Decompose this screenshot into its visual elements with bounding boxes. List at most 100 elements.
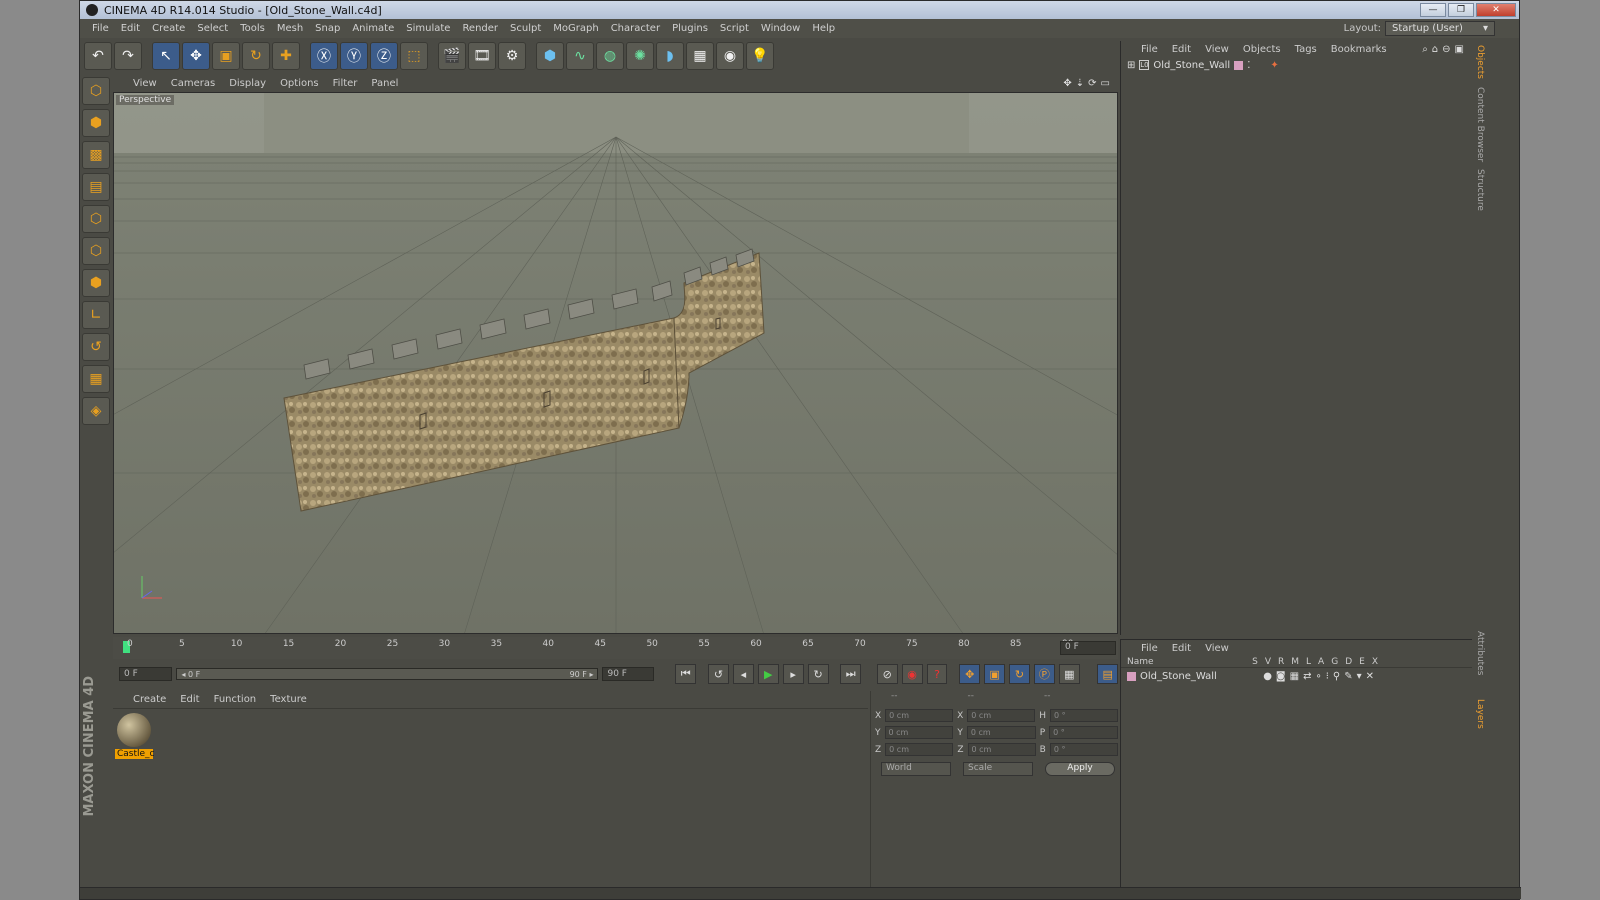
axis-mode-icon[interactable]: ∟	[82, 301, 110, 329]
orbit-icon[interactable]: ⟳	[1088, 78, 1096, 89]
menu-help[interactable]: Help	[806, 23, 841, 34]
workplane-mode-icon[interactable]: ▤	[82, 173, 110, 201]
spline-icon[interactable]: ∿	[566, 42, 594, 70]
maximize-icon[interactable]: ▭	[1101, 78, 1110, 89]
texture-tag-icon[interactable]: ✦	[1270, 60, 1278, 71]
rotation-p-field[interactable]: 0 °	[1049, 726, 1119, 739]
tweak-mode-icon[interactable]: ↺	[82, 333, 110, 361]
world-dropdown[interactable]: World	[881, 762, 951, 776]
restore-button[interactable]: ❐	[1448, 3, 1474, 17]
size-y-field[interactable]: 0 cm	[966, 726, 1036, 739]
position-x-field[interactable]: 0 cm	[885, 709, 954, 722]
layout-select[interactable]: Startup (User) ▾	[1385, 21, 1495, 36]
perspective-viewport[interactable]: Perspective	[113, 92, 1118, 634]
new-manager-icon[interactable]: ▣	[1455, 44, 1464, 55]
menu-sculpt[interactable]: Sculpt	[504, 23, 547, 34]
cube-icon[interactable]: ⬢	[536, 42, 564, 70]
vp-menu-cameras[interactable]: Cameras	[171, 78, 215, 89]
y-axis-icon[interactable]: Ⓨ	[340, 42, 368, 70]
pan-icon[interactable]: ✥	[1063, 78, 1071, 89]
layer-color-swatch[interactable]	[1127, 671, 1136, 681]
menu-animate[interactable]: Animate	[346, 23, 400, 34]
timeline-icon[interactable]: ▤	[1097, 664, 1119, 684]
add-icon[interactable]: ✚	[272, 42, 300, 70]
edges-mode-icon[interactable]: ⬡	[82, 237, 110, 265]
nurbs-icon[interactable]: ◍	[596, 42, 624, 70]
model-mode-icon[interactable]: ⬢	[82, 109, 110, 137]
visibility-dots-icon[interactable]: ⁚	[1247, 60, 1250, 71]
frame-range-slider[interactable]: ◂ 0 F 90 F ▸	[176, 668, 599, 680]
search-icon[interactable]: ⌕	[1422, 44, 1428, 55]
layer-menu-file[interactable]: File	[1141, 643, 1158, 654]
vp-menu-view[interactable]: View	[133, 78, 157, 89]
mat-menu-texture[interactable]: Texture	[270, 694, 307, 705]
size-z-field[interactable]: 0 cm	[967, 743, 1036, 756]
size-x-field[interactable]: 0 cm	[967, 709, 1036, 722]
position-y-field[interactable]: 0 cm	[884, 726, 954, 739]
layer-color-tag[interactable]	[1234, 60, 1244, 70]
minimize-button[interactable]: —	[1420, 3, 1446, 17]
snap-icon[interactable]: ▦	[82, 365, 110, 393]
make-editable-icon[interactable]: ⬡	[82, 77, 110, 105]
polygons-mode-icon[interactable]: ⬢	[82, 269, 110, 297]
camera-icon[interactable]: ◉	[716, 42, 744, 70]
key-parameter-icon[interactable]: Ⓟ	[1033, 664, 1055, 684]
layer-row[interactable]: Old_Stone_Wall ●◙▦⇄∘⁝⚲✎▾✕	[1121, 668, 1472, 684]
next-key-icon[interactable]: ↻	[807, 664, 829, 684]
start-frame-field[interactable]: 0 F	[119, 667, 173, 681]
mat-menu-create[interactable]: Create	[133, 694, 166, 705]
menu-select[interactable]: Select	[191, 23, 234, 34]
obj-menu-objects[interactable]: Objects	[1243, 44, 1281, 55]
position-z-field[interactable]: 0 cm	[885, 743, 954, 756]
home-icon[interactable]: ⌂	[1432, 44, 1438, 55]
tab-content-browser[interactable]: Content Browser	[1475, 87, 1485, 162]
previous-key-icon[interactable]: ↺	[707, 664, 729, 684]
rotate-icon[interactable]: ↻	[242, 42, 270, 70]
menu-mesh[interactable]: Mesh	[271, 23, 309, 34]
key-scale-icon[interactable]: ▣	[984, 664, 1006, 684]
obj-menu-file[interactable]: File	[1141, 44, 1158, 55]
tab-layers[interactable]: Layers	[1475, 699, 1485, 729]
next-frame-icon[interactable]: ▸	[782, 664, 804, 684]
key-pla-icon[interactable]: ▦	[1058, 664, 1080, 684]
end-frame-field[interactable]: 90 F	[602, 667, 655, 681]
menu-mograph[interactable]: MoGraph	[547, 23, 604, 34]
menu-create[interactable]: Create	[146, 23, 191, 34]
menu-edit[interactable]: Edit	[115, 23, 146, 34]
menu-script[interactable]: Script	[714, 23, 755, 34]
render-picture-viewer-icon[interactable]: 🎞	[468, 42, 496, 70]
vp-menu-display[interactable]: Display	[229, 78, 266, 89]
vp-menu-panel[interactable]: Panel	[371, 78, 398, 89]
timeline[interactable]: 051015202530354045505560657075808590 0 F	[113, 637, 1118, 659]
menu-window[interactable]: Window	[755, 23, 806, 34]
expand-icon[interactable]: ⊞	[1127, 60, 1135, 71]
z-axis-icon[interactable]: Ⓩ	[370, 42, 398, 70]
layer-toggle-icons[interactable]: ●◙▦⇄∘⁝⚲✎▾✕	[1263, 671, 1378, 682]
dolly-icon[interactable]: ⇣	[1076, 78, 1084, 89]
x-axis-icon[interactable]: Ⓧ	[310, 42, 338, 70]
go-to-start-icon[interactable]: ⏮	[675, 664, 697, 684]
menu-tools[interactable]: Tools	[234, 23, 271, 34]
vp-menu-options[interactable]: Options	[280, 78, 319, 89]
close-button[interactable]: ✕	[1476, 3, 1516, 17]
menu-plugins[interactable]: Plugins	[666, 23, 714, 34]
mat-menu-function[interactable]: Function	[214, 694, 257, 705]
link-icon[interactable]: ⊖	[1442, 44, 1450, 55]
scale-dropdown[interactable]: Scale	[963, 762, 1033, 776]
record-icon[interactable]: ◉	[901, 664, 923, 684]
apply-button[interactable]: Apply	[1045, 762, 1115, 776]
deformer-icon[interactable]: ◗	[656, 42, 684, 70]
play-icon[interactable]: ▶	[757, 664, 779, 684]
menu-character[interactable]: Character	[605, 23, 666, 34]
layer-menu-view[interactable]: View	[1205, 643, 1229, 654]
key-position-icon[interactable]: ✥	[959, 664, 981, 684]
light-icon[interactable]: 💡	[746, 42, 774, 70]
material-swatch[interactable]: Castle_c	[115, 713, 155, 763]
coordinate-system-icon[interactable]: ⬚	[400, 42, 428, 70]
render-view-icon[interactable]: 🎬	[438, 42, 466, 70]
rotation-h-field[interactable]: 0 °	[1050, 709, 1118, 722]
move-icon[interactable]: ✥	[182, 42, 210, 70]
points-mode-icon[interactable]: ⬡	[82, 205, 110, 233]
floor-icon[interactable]: ▦	[686, 42, 714, 70]
obj-menu-bookmarks[interactable]: Bookmarks	[1331, 44, 1387, 55]
